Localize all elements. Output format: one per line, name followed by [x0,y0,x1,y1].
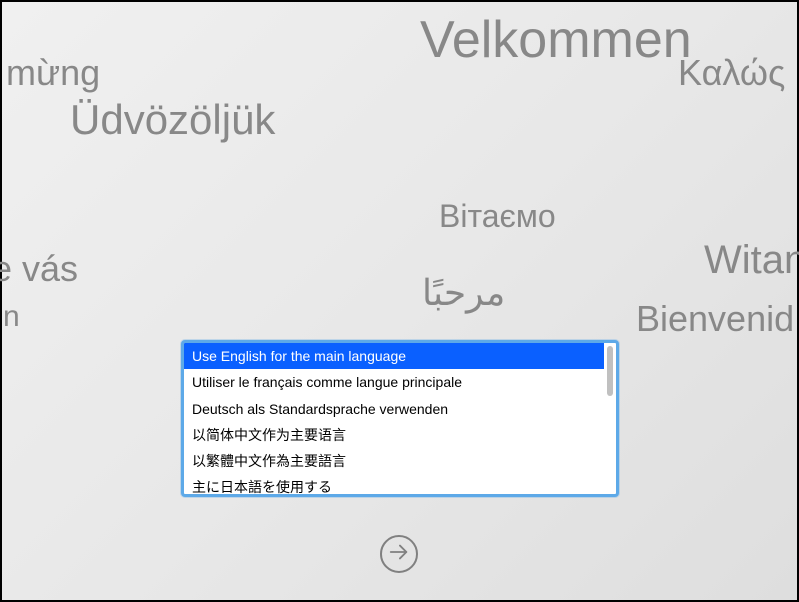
welcome-word: Bienvenid [636,298,794,340]
language-option[interactable]: 以简体中文作为主要语言 [184,422,604,448]
welcome-word: Üdvözöljük [70,96,275,144]
next-button[interactable] [380,535,418,573]
language-option[interactable]: Use English for the main language [184,343,604,369]
language-option[interactable]: 主に日本語を使用する [184,474,604,494]
welcome-word: Witan [704,238,799,283]
welcome-word: مرحبًا [422,272,505,314]
welcome-word: mừng [6,52,100,94]
scrollbar-thumb[interactable] [607,346,613,396]
language-list[interactable]: Use English for the main languageUtilise… [184,343,604,494]
arrow-right-icon [388,541,410,568]
welcome-word: e vás [0,248,78,290]
welcome-word: Вітаємо [439,198,556,235]
language-option[interactable]: Utiliser le français comme langue princi… [184,369,604,395]
welcome-word: n [3,300,20,334]
language-option[interactable]: Deutsch als Standardsprache verwenden [184,396,604,422]
welcome-word: Velkommen [420,10,692,70]
welcome-word: Καλώς [678,52,785,94]
language-select-listbox[interactable]: Use English for the main languageUtilise… [181,340,619,497]
language-option[interactable]: 以繁體中文作為主要語言 [184,448,604,474]
